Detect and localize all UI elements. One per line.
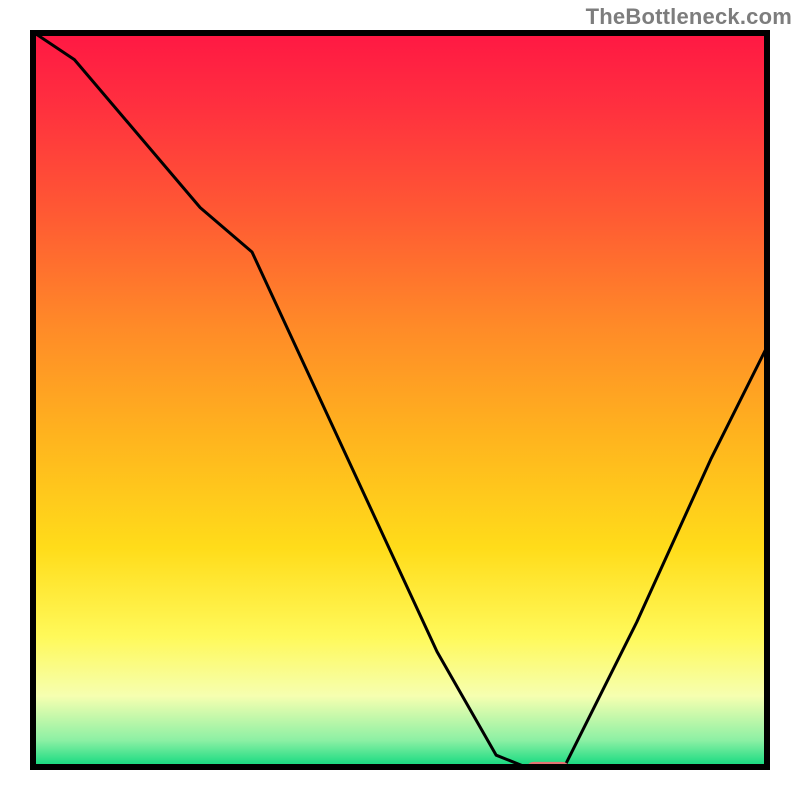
chart-frame: TheBottleneck.com xyxy=(0,0,800,800)
bottleneck-chart xyxy=(30,30,770,770)
gradient-background xyxy=(30,30,770,770)
watermark-text: TheBottleneck.com xyxy=(586,4,792,30)
